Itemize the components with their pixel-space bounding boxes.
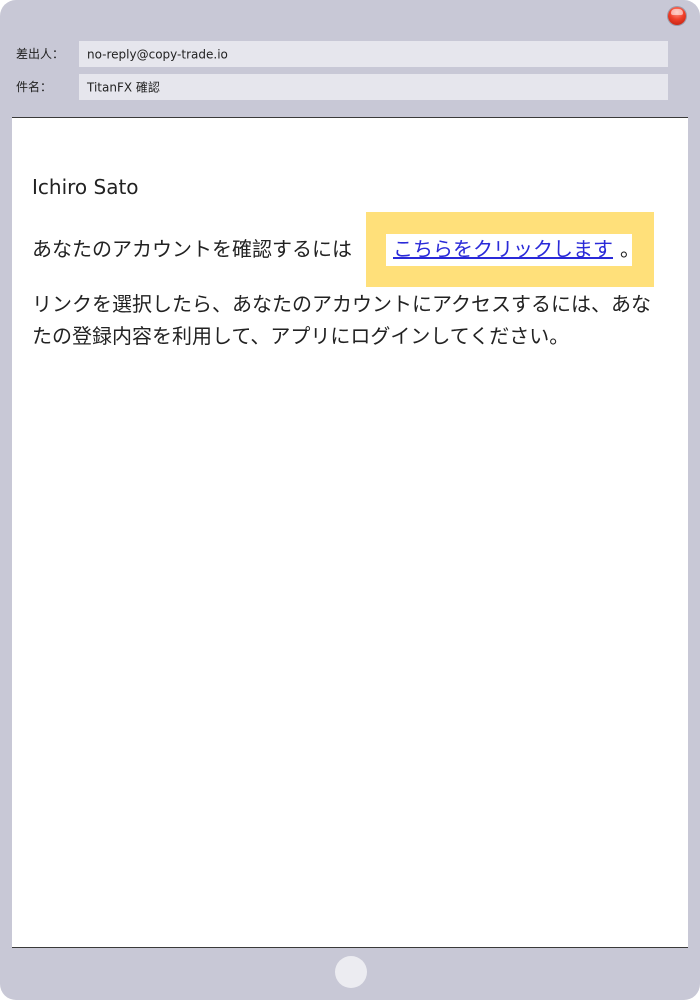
subject-row: 件名： TitanFX 確認 <box>0 74 700 100</box>
from-row: 差出人： no-reply@copy-trade.io <box>0 41 700 67</box>
login-instruction: リンクを選択したら、あなたのアカウントにアクセスするには、あなたの登録内容を利用… <box>32 292 651 348</box>
subject-field: TitanFX 確認 <box>79 74 668 100</box>
close-icon[interactable] <box>668 7 686 25</box>
subject-value: TitanFX 確認 <box>87 80 160 95</box>
subject-label: 件名： <box>16 80 53 94</box>
confirm-instruction: あなたのアカウントを確認するには <box>32 237 352 261</box>
email-window: 差出人： no-reply@copy-trade.io 件名： TitanFX … <box>0 0 700 1000</box>
home-button-icon[interactable] <box>335 956 367 988</box>
greeting: Ichiro Sato <box>32 175 139 199</box>
confirm-link[interactable]: こちらをクリックします <box>393 236 613 262</box>
message-body: Ichiro Sato あなたのアカウントを確認するには こちらをクリックします… <box>12 117 688 948</box>
from-field: no-reply@copy-trade.io <box>79 41 668 67</box>
from-value: no-reply@copy-trade.io <box>87 47 228 62</box>
link-period: 。 <box>620 237 640 261</box>
from-label: 差出人： <box>16 47 65 61</box>
